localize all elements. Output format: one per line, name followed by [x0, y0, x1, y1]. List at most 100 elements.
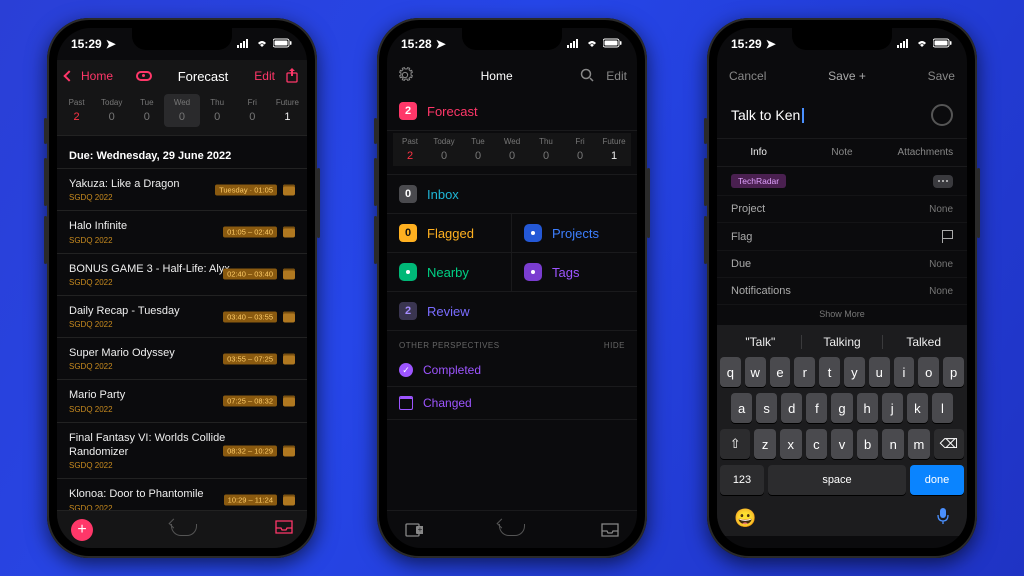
task-row[interactable]: Final Fantasy VI: Worlds Collide Randomi…: [57, 422, 307, 479]
key[interactable]: n: [882, 429, 904, 459]
day-col[interactable]: Today0: [94, 94, 129, 127]
grid-item[interactable]: Tags: [512, 253, 637, 292]
backspace-key[interactable]: ⌫: [934, 429, 964, 459]
key[interactable]: l: [932, 393, 953, 423]
detail-row[interactable]: Flag: [717, 223, 967, 251]
numbers-key[interactable]: 123: [720, 465, 764, 495]
grid-item[interactable]: 0Flagged: [387, 214, 512, 253]
new-perspective-icon[interactable]: +: [405, 523, 423, 537]
key[interactable]: v: [831, 429, 853, 459]
task-row[interactable]: Halo InfiniteSGDQ 202201:05 – 02:40: [57, 210, 307, 252]
task-title-row[interactable]: Talk to Ken: [717, 92, 967, 139]
add-button[interactable]: +: [71, 519, 93, 541]
inbox-row[interactable]: 0 Inbox: [387, 175, 637, 214]
day-col[interactable]: Past2: [59, 94, 94, 127]
forecast-row[interactable]: 2 Forecast: [387, 92, 637, 131]
key[interactable]: r: [794, 357, 815, 387]
key[interactable]: m: [908, 429, 930, 459]
key[interactable]: b: [857, 429, 879, 459]
tab-note[interactable]: Note: [800, 139, 883, 166]
complete-checkbox[interactable]: [931, 104, 953, 126]
key[interactable]: e: [770, 357, 791, 387]
day-col[interactable]: Tue0: [129, 94, 164, 127]
key[interactable]: i: [894, 357, 915, 387]
tag-chip[interactable]: TechRadar: [731, 174, 786, 188]
day-col[interactable]: Future1: [597, 133, 631, 166]
emoji-icon[interactable]: 😀: [734, 508, 756, 529]
settings-icon[interactable]: [397, 67, 413, 86]
task-title-input[interactable]: Talk to Ken: [731, 107, 800, 123]
tab-attachments[interactable]: Attachments: [884, 139, 967, 166]
save-plus-button[interactable]: Save +: [828, 69, 866, 83]
hide-button[interactable]: HIDE: [604, 341, 625, 350]
edit-button[interactable]: Edit: [254, 69, 275, 83]
shift-key[interactable]: ⇧: [720, 429, 750, 459]
key[interactable]: a: [731, 393, 752, 423]
share-icon[interactable]: [285, 67, 299, 86]
day-col[interactable]: Past2: [393, 133, 427, 166]
detail-row[interactable]: NotificationsNone: [717, 278, 967, 305]
undo-icon[interactable]: [499, 524, 525, 536]
inbox-icon[interactable]: [275, 520, 293, 539]
day-col[interactable]: Wed0: [495, 133, 529, 166]
undo-icon[interactable]: [171, 524, 197, 536]
suggestion[interactable]: Talk: [720, 335, 802, 349]
review-row[interactable]: 2 Review: [387, 292, 637, 331]
key[interactable]: c: [806, 429, 828, 459]
key[interactable]: u: [869, 357, 890, 387]
more-icon[interactable]: [933, 175, 953, 188]
back-button[interactable]: Home: [65, 69, 152, 83]
changed-row[interactable]: Changed: [387, 387, 637, 420]
key[interactable]: t: [819, 357, 840, 387]
key[interactable]: p: [943, 357, 964, 387]
task-row[interactable]: Klonoa: Door to PhantomileSGDQ 202210:29…: [57, 478, 307, 510]
done-key[interactable]: done: [910, 465, 964, 495]
key[interactable]: s: [756, 393, 777, 423]
suggestion[interactable]: Talked: [883, 335, 964, 349]
key[interactable]: y: [844, 357, 865, 387]
task-row[interactable]: BONUS GAME 3 - Half-Life: AlyxSGDQ 20220…: [57, 253, 307, 295]
search-icon[interactable]: [580, 68, 594, 85]
key[interactable]: h: [857, 393, 878, 423]
inbox-icon[interactable]: [601, 523, 619, 537]
detail-row[interactable]: ProjectNone: [717, 196, 967, 223]
key[interactable]: x: [780, 429, 802, 459]
key[interactable]: g: [831, 393, 852, 423]
key[interactable]: k: [907, 393, 928, 423]
tab-info[interactable]: Info: [717, 139, 800, 166]
task-row[interactable]: Daily Recap - TuesdaySGDQ 202203:40 – 03…: [57, 295, 307, 337]
tags-row[interactable]: TechRadar: [717, 167, 967, 196]
key[interactable]: d: [781, 393, 802, 423]
key[interactable]: q: [720, 357, 741, 387]
task-row[interactable]: Super Mario OdysseySGDQ 202203:55 – 07:2…: [57, 337, 307, 379]
eye-icon[interactable]: [136, 71, 152, 81]
suggestion[interactable]: Talking: [802, 335, 884, 349]
day-col[interactable]: Thu0: [529, 133, 563, 166]
day-col[interactable]: Tue0: [461, 133, 495, 166]
grid-item[interactable]: Nearby: [387, 253, 512, 292]
show-more-button[interactable]: Show More: [717, 305, 967, 325]
cancel-button[interactable]: Cancel: [729, 69, 766, 83]
save-button[interactable]: Save: [928, 69, 955, 83]
day-col[interactable]: Thu0: [200, 94, 235, 127]
day-col[interactable]: Wed0: [164, 94, 199, 127]
grid-item[interactable]: Projects: [512, 214, 637, 253]
detail-row[interactable]: DueNone: [717, 251, 967, 278]
key[interactable]: f: [806, 393, 827, 423]
day-col[interactable]: Future1: [270, 94, 305, 127]
day-col[interactable]: Fri0: [563, 133, 597, 166]
key[interactable]: w: [745, 357, 766, 387]
space-key[interactable]: space: [768, 465, 906, 495]
day-col[interactable]: Fri0: [235, 94, 270, 127]
week-selector[interactable]: Past2Today0Tue0Wed0Thu0Fri0Future1: [57, 92, 307, 136]
key[interactable]: z: [754, 429, 776, 459]
key[interactable]: o: [918, 357, 939, 387]
task-row[interactable]: Mario PartySGDQ 202207:25 – 08:32: [57, 379, 307, 421]
task-row[interactable]: Yakuza: Like a DragonSGDQ 2022Tuesday · …: [57, 168, 307, 210]
day-col[interactable]: Today0: [427, 133, 461, 166]
mic-icon[interactable]: [936, 507, 950, 530]
key[interactable]: j: [882, 393, 903, 423]
edit-button[interactable]: Edit: [606, 69, 627, 83]
task-list[interactable]: Yakuza: Like a DragonSGDQ 2022Tuesday · …: [57, 168, 307, 510]
week-selector[interactable]: Past2Today0Tue0Wed0Thu0Fri0Future1: [393, 133, 631, 166]
